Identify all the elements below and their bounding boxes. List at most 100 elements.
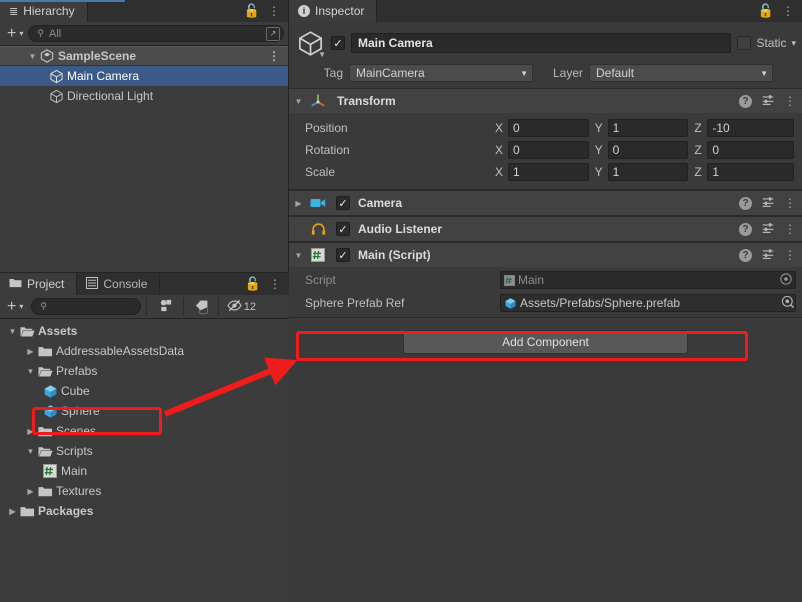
hierarchy-search[interactable]: ⚲ ↗	[28, 25, 284, 42]
scale-y-input[interactable]: 1	[608, 163, 689, 181]
lock-open-icon[interactable]: 🔓	[244, 3, 260, 19]
component-tools: ? ⋮	[739, 221, 796, 238]
chevron-down-icon[interactable]: ▼	[26, 52, 39, 61]
position-z-input[interactable]: -10	[707, 119, 794, 137]
project-row-scenes[interactable]: ▶ Scenes	[0, 421, 289, 441]
rotation-y-input[interactable]: 0	[608, 141, 689, 159]
gameobject-name-row: ▼ ✓ Main Camera ✓ Static ▾	[295, 28, 796, 58]
hierarchy-search-input[interactable]	[49, 28, 261, 40]
chevron-down-icon[interactable]: ▼	[292, 97, 305, 106]
rotation-z-input[interactable]: 0	[707, 141, 794, 159]
project-row-scripts[interactable]: ▼ Scripts	[0, 441, 289, 461]
kebab-menu-icon[interactable]: ⋮	[784, 200, 796, 206]
filter-by-label-button[interactable]	[186, 298, 216, 316]
gameobject-cube-icon[interactable]: ▼	[295, 28, 325, 58]
position-y-value: 1	[613, 121, 620, 135]
scale-z-input[interactable]: 1	[707, 163, 794, 181]
project-row-textures[interactable]: ▶ Textures	[0, 481, 289, 501]
project-add-button[interactable]: + ▾	[4, 298, 26, 316]
component-enabled-checkbox[interactable]: ✓	[336, 222, 350, 236]
help-icon[interactable]: ?	[739, 223, 752, 236]
chevron-right-icon[interactable]: ▶	[6, 507, 19, 516]
help-icon[interactable]: ?	[739, 197, 752, 210]
expand-window-icon[interactable]: ↗	[266, 27, 280, 41]
vector3-field: X0 Y0 Z0	[495, 141, 802, 159]
component-enabled-checkbox[interactable]: ✓	[336, 248, 350, 262]
lock-open-icon[interactable]: 🔓	[245, 276, 261, 292]
project-row-main-script[interactable]: Main	[0, 461, 289, 481]
chevron-down-icon[interactable]: ▼	[24, 367, 37, 376]
preset-icon[interactable]	[761, 195, 775, 212]
chevron-right-icon[interactable]: ▶	[24, 487, 37, 496]
project-row-sphere[interactable]: Sphere	[0, 401, 289, 421]
kebab-menu-icon[interactable]: ⋮	[269, 281, 281, 287]
layer-dropdown[interactable]: Default ▼	[589, 64, 773, 82]
tag-dropdown[interactable]: MainCamera ▼	[349, 64, 533, 82]
help-icon[interactable]: ?	[739, 249, 752, 262]
hierarchy-tree[interactable]: ▼ SampleScene ⋮ Main Camera	[0, 46, 288, 272]
preset-icon[interactable]	[761, 93, 775, 110]
help-icon[interactable]: ?	[739, 95, 752, 108]
tab-hierarchy[interactable]: ≣ Hierarchy	[0, 0, 88, 22]
project-row-packages[interactable]: ▶ Packages	[0, 501, 289, 521]
axis-label-x: X	[495, 121, 504, 135]
kebab-menu-icon[interactable]: ⋮	[784, 252, 796, 258]
tab-console[interactable]: Console	[77, 273, 160, 295]
component-header[interactable]: ▶ ✓ Camera ? ⋮	[289, 191, 802, 215]
chevron-right-icon[interactable]: ▶	[292, 199, 305, 208]
hierarchy-row-main-camera[interactable]: Main Camera	[0, 66, 288, 86]
chevron-down-icon[interactable]: ▼	[24, 447, 37, 456]
csharp-script-icon	[310, 247, 326, 263]
chevron-right-icon[interactable]: ▶	[24, 347, 37, 356]
gameobject-enabled-checkbox[interactable]: ✓	[331, 36, 345, 50]
chevron-down-icon[interactable]: ▾	[791, 38, 796, 49]
project-item-label: Prefabs	[56, 364, 97, 378]
project-row-addressableassetsdata[interactable]: ▶ AddressableAssetsData	[0, 341, 289, 361]
tab-project[interactable]: Project	[0, 273, 77, 295]
static-checkbox[interactable]: ✓	[737, 36, 751, 50]
position-x-input[interactable]: 0	[508, 119, 589, 137]
toolbar-separator	[146, 298, 147, 316]
sphere-prefab-ref-object-field[interactable]: Assets/Prefabs/Sphere.prefab	[500, 294, 796, 312]
chevron-down-icon[interactable]: ▼	[318, 50, 326, 59]
kebab-menu-icon[interactable]: ⋮	[784, 226, 796, 232]
unity-editor-window: ≣ Hierarchy 🔓 ⋮ + ▾ ⚲ ↗	[0, 0, 802, 602]
hierarchy-row-directional-light[interactable]: Directional Light	[0, 86, 288, 106]
add-component-button[interactable]: Add Component	[403, 330, 688, 354]
preset-icon[interactable]	[761, 247, 775, 264]
no-expand-placeholder: ▶	[292, 225, 305, 234]
project-row-prefabs[interactable]: ▼ Prefabs	[0, 361, 289, 381]
tab-console-label: Console	[103, 277, 147, 291]
lock-open-icon[interactable]: 🔓	[758, 3, 774, 19]
project-row-assets[interactable]: ▼ Assets	[0, 321, 289, 341]
gameobject-name-field[interactable]: Main Camera	[351, 33, 731, 53]
project-search[interactable]: ⚲ ↗	[31, 298, 141, 315]
component-header[interactable]: ▼ Transform ? ⋮	[289, 89, 802, 113]
rotation-x-input[interactable]: 0	[508, 141, 589, 159]
project-item-label: Scripts	[56, 444, 93, 458]
hierarchy-add-button[interactable]: + ▾	[4, 25, 26, 43]
chevron-down-icon[interactable]: ▼	[292, 251, 305, 260]
hierarchy-tabbar: ≣ Hierarchy 🔓 ⋮	[0, 0, 288, 22]
kebab-menu-icon[interactable]: ⋮	[268, 8, 280, 14]
kebab-menu-icon[interactable]: ⋮	[784, 98, 796, 104]
filter-by-type-button[interactable]	[149, 298, 181, 316]
chevron-right-icon[interactable]: ▶	[24, 427, 37, 436]
object-picker-search-icon[interactable]	[781, 295, 795, 312]
component-enabled-checkbox[interactable]: ✓	[336, 196, 350, 210]
scale-x-input[interactable]: 1	[508, 163, 589, 181]
position-y-input[interactable]: 1	[608, 119, 689, 137]
project-tabbar: Project Console 🔓 ⋮	[0, 273, 289, 295]
component-header[interactable]: ▶ ✓ Audio Listener ? ⋮	[289, 217, 802, 241]
project-row-cube[interactable]: Cube	[0, 381, 289, 401]
project-tree[interactable]: ▼ Assets ▶ AddressableAssetsData ▼	[0, 319, 289, 602]
hidden-packages-button[interactable]: 12	[221, 298, 261, 316]
component-header[interactable]: ▼ ✓ Main (Script) ? ⋮	[289, 243, 802, 267]
preset-icon[interactable]	[761, 221, 775, 238]
rotation-x-value: 0	[513, 143, 520, 157]
hierarchy-row-scene[interactable]: ▼ SampleScene ⋮	[0, 46, 288, 66]
chevron-down-icon[interactable]: ▼	[6, 327, 19, 336]
scene-kebab-menu-icon[interactable]: ⋮	[268, 53, 280, 59]
tab-inspector[interactable]: i Inspector	[289, 0, 377, 22]
kebab-menu-icon[interactable]: ⋮	[782, 8, 794, 14]
